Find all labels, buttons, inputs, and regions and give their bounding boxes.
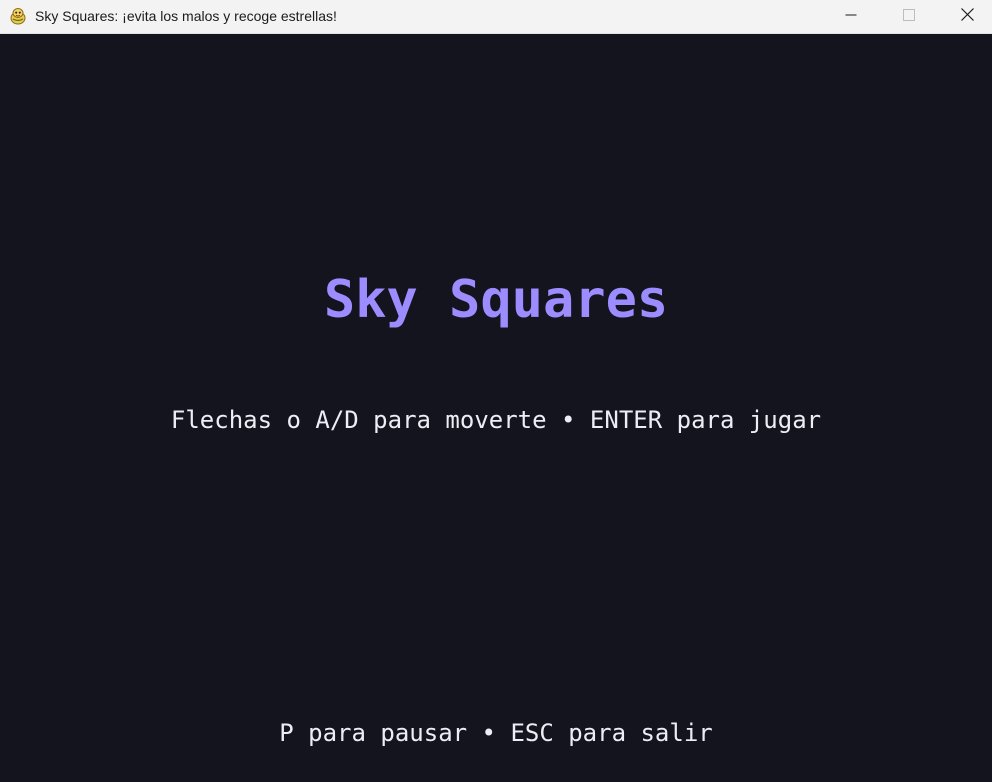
controls-hint: P para pausar • ESC para salir xyxy=(279,719,713,747)
minimize-button[interactable] xyxy=(828,0,874,33)
maximize-button[interactable] xyxy=(886,0,932,33)
game-canvas[interactable]: Sky Squares Flechas o A/D para moverte •… xyxy=(0,34,992,782)
game-title: Sky Squares xyxy=(323,270,669,330)
close-button[interactable] xyxy=(944,0,990,33)
minimize-icon xyxy=(845,8,857,26)
pygame-snake-icon xyxy=(9,7,27,25)
close-icon xyxy=(960,7,974,26)
app-window: Sky Squares: ¡evita los malos y recoge e… xyxy=(0,0,992,782)
maximize-icon xyxy=(903,8,915,26)
window-title: Sky Squares: ¡evita los malos y recoge e… xyxy=(35,8,337,24)
start-instructions: Flechas o A/D para moverte • ENTER para … xyxy=(170,406,822,434)
window-titlebar[interactable]: Sky Squares: ¡evita los malos y recoge e… xyxy=(0,0,992,34)
